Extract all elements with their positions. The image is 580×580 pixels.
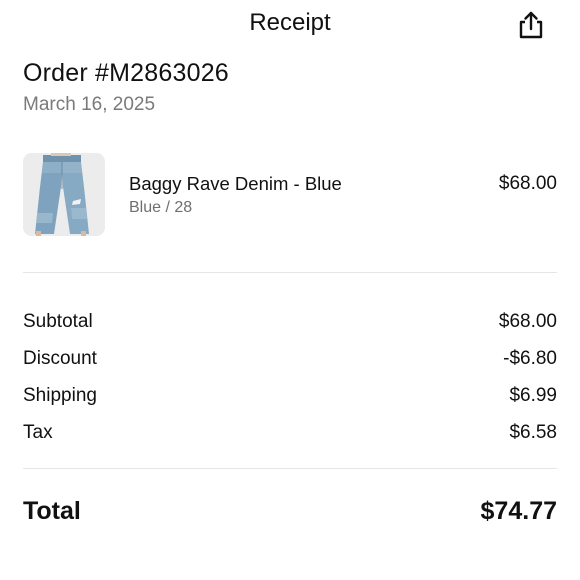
product-thumbnail[interactable] [23, 153, 105, 236]
page-title: Receipt [249, 9, 331, 36]
summary-row-tax: Tax $6.58 [23, 422, 557, 446]
divider [23, 272, 557, 273]
share-button[interactable] [514, 8, 548, 42]
total-row: Total $74.77 [23, 497, 557, 527]
summary-label: Shipping [23, 385, 97, 406]
item-price: $68.00 [498, 173, 557, 194]
item-name: Baggy Rave Denim - Blue [129, 173, 342, 194]
item-variant: Blue / 28 [129, 199, 193, 216]
order-date: March 16, 2025 [23, 94, 156, 115]
summary-value: $6.99 [509, 385, 557, 406]
summary-value: $68.00 [498, 311, 557, 332]
divider [23, 468, 557, 469]
summary-row-shipping: Shipping $6.99 [23, 385, 557, 409]
summary-value: -$6.80 [503, 348, 557, 369]
summary-row-discount: Discount -$6.80 [23, 348, 557, 372]
summary-label: Discount [23, 348, 97, 369]
share-icon [519, 11, 543, 39]
summary-label: Tax [23, 422, 53, 443]
jeans-image [23, 153, 105, 236]
order-number: Order #M2863026 [23, 59, 229, 87]
total-value: $74.77 [480, 497, 557, 525]
summary-label: Subtotal [23, 311, 93, 332]
summary-row-subtotal: Subtotal $68.00 [23, 311, 557, 335]
total-label: Total [23, 497, 81, 525]
header: Receipt [0, 0, 580, 50]
summary-value: $6.58 [509, 422, 557, 443]
line-item[interactable]: Baggy Rave Denim - Blue Blue / 28 $68.00 [23, 153, 557, 237]
